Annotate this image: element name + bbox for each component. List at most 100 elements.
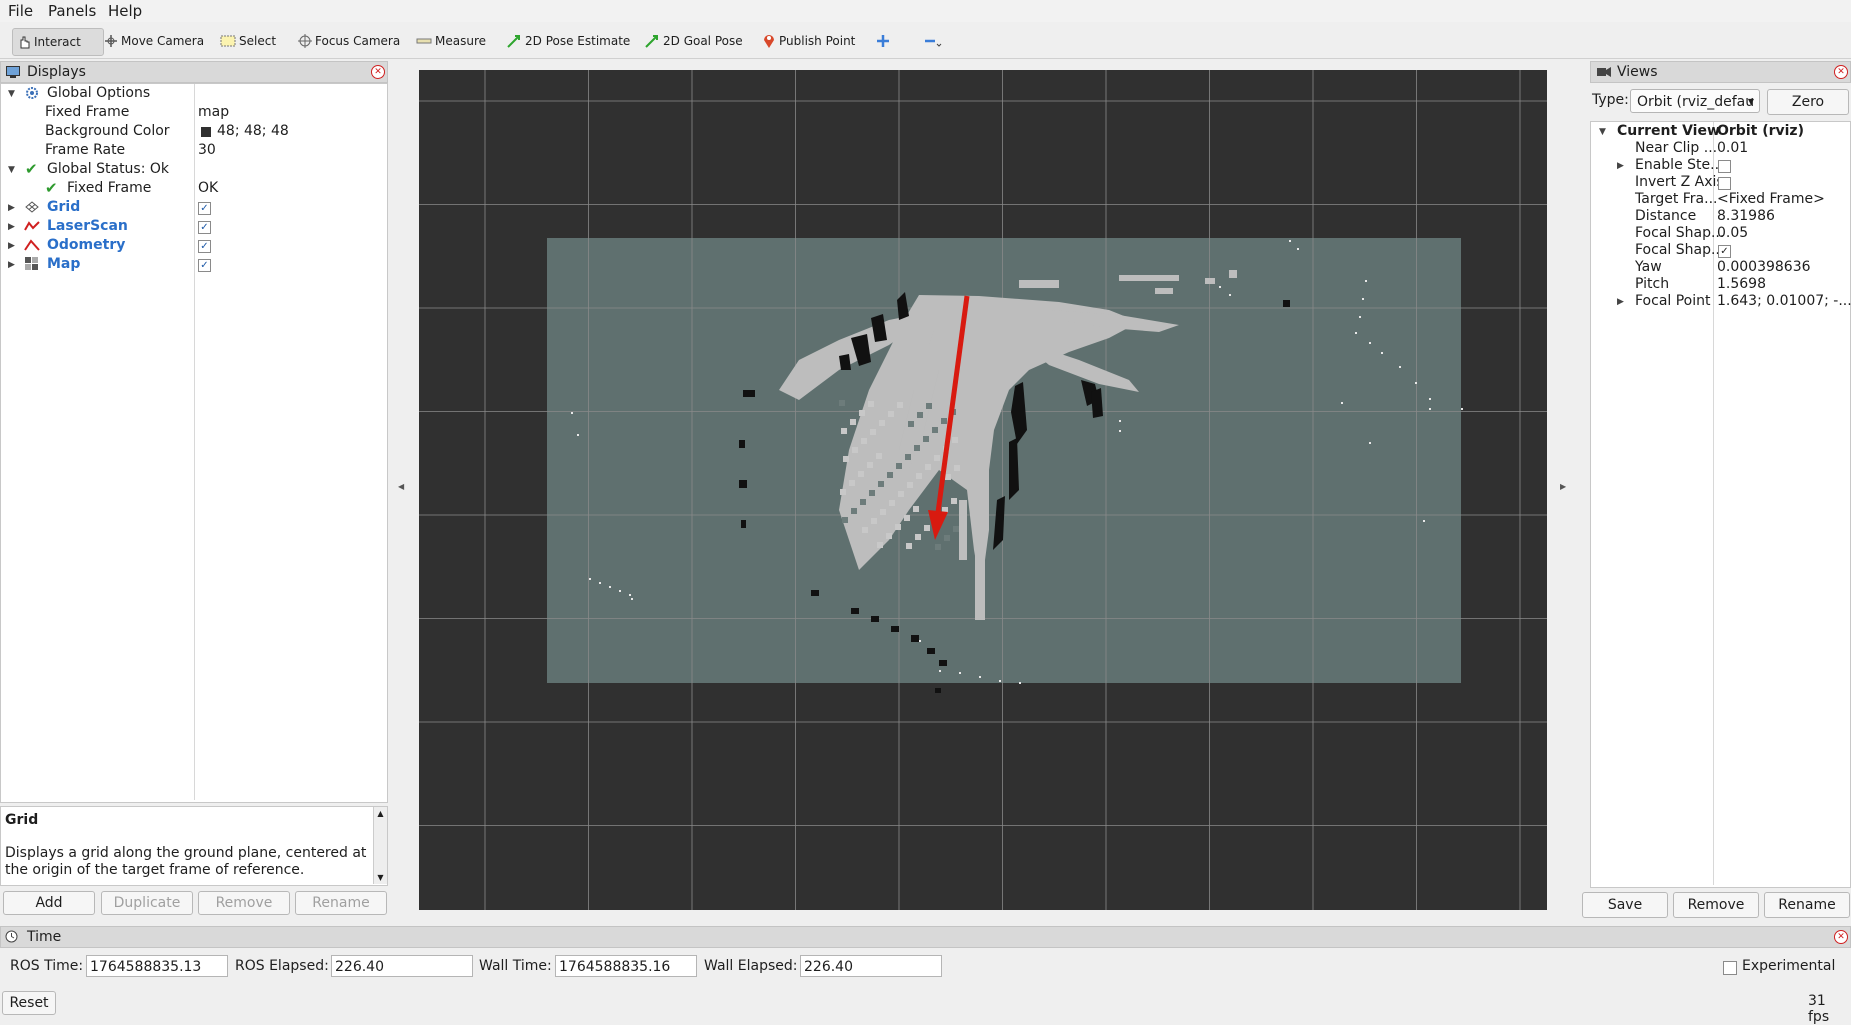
laserscan-checkbox[interactable]: ✓	[198, 221, 211, 234]
remove-tool-button[interactable]	[920, 28, 949, 54]
collapse-arrow-icon[interactable]: ▶	[8, 222, 15, 232]
map-cell	[859, 410, 865, 416]
color-swatch[interactable]	[201, 127, 211, 137]
add-tool-button[interactable]	[872, 28, 897, 54]
scroll-down-icon[interactable]: ▼	[374, 873, 387, 882]
display-item-grid[interactable]: Grid	[47, 198, 80, 217]
global-status-label[interactable]: Global Status: Ok	[47, 160, 169, 179]
laser-point	[1297, 248, 1299, 250]
interact-tool[interactable]: Interact	[12, 28, 104, 56]
ros-elapsed-label: ROS Elapsed:	[235, 958, 329, 974]
remove-view-button[interactable]: Remove	[1673, 892, 1759, 918]
render-viewport[interactable]	[419, 70, 1547, 910]
expand-arrow-icon[interactable]: ▼	[1599, 127, 1606, 137]
add-display-button[interactable]: Add	[3, 891, 95, 915]
experimental-label: Experimental	[1742, 958, 1836, 974]
experimental-checkbox[interactable]	[1723, 961, 1737, 975]
collapse-right-icon[interactable]: ▶	[1560, 482, 1566, 491]
view-prop-value[interactable]: 0.01	[1717, 140, 1748, 157]
map-cell	[861, 438, 867, 444]
map-visualization[interactable]	[419, 70, 1547, 910]
view-prop-value[interactable]: 8.31986	[1717, 208, 1775, 225]
menu-panels[interactable]: Panels	[48, 2, 96, 20]
rename-display-button[interactable]: Rename	[295, 891, 387, 915]
duplicate-display-button[interactable]: Duplicate	[101, 891, 193, 915]
map-cell	[878, 481, 884, 487]
collapse-arrow-icon[interactable]: ▶	[8, 260, 15, 270]
close-icon[interactable]: ✕	[1834, 65, 1848, 79]
view-prop-checkbox[interactable]	[1718, 177, 1731, 190]
move-camera-tool[interactable]: Move Camera	[100, 28, 208, 54]
measure-tool[interactable]: Measure	[412, 28, 490, 54]
save-view-button[interactable]: Save	[1582, 892, 1668, 918]
display-item-odometry[interactable]: Odometry	[47, 236, 125, 255]
laser-point	[1119, 430, 1121, 432]
views-tree: ▼ Current View Orbit (rviz) Near Clip ..…	[1590, 121, 1851, 888]
ros-time-field[interactable]: 1764588835.13	[86, 955, 228, 977]
description-scrollbar[interactable]: ▲ ▼	[373, 807, 387, 884]
wall-elapsed-label: Wall Elapsed:	[704, 958, 798, 974]
publish-point-tool[interactable]: Publish Point	[758, 28, 859, 54]
pose-estimate-tool[interactable]: 2D Pose Estimate	[502, 28, 634, 54]
wall-elapsed-field[interactable]: 226.40	[800, 955, 942, 977]
map-checkbox[interactable]: ✓	[198, 259, 211, 272]
remove-display-button[interactable]: Remove	[198, 891, 290, 915]
wall-time-field[interactable]: 1764588835.16	[555, 955, 697, 977]
menu-file[interactable]: File	[8, 2, 33, 20]
map-cell	[852, 447, 858, 453]
odometry-checkbox[interactable]: ✓	[198, 240, 211, 253]
view-prop-checkbox[interactable]: ✓	[1718, 245, 1731, 258]
close-icon[interactable]: ✕	[1834, 930, 1848, 944]
view-prop-checkbox[interactable]	[1718, 160, 1731, 173]
laser-point	[1423, 520, 1425, 522]
expand-arrow-icon[interactable]: ▼	[8, 165, 15, 175]
map-cell	[897, 402, 903, 408]
map-cell	[917, 412, 923, 418]
laser-point	[1341, 402, 1343, 404]
minus-icon	[925, 39, 942, 47]
menu-help[interactable]: Help	[108, 2, 142, 20]
display-item-map[interactable]: Map	[47, 255, 80, 274]
scroll-up-icon[interactable]: ▲	[374, 809, 387, 818]
map-cell	[889, 500, 895, 506]
displays-panel-header: Displays ✕	[0, 61, 388, 83]
reset-button[interactable]: Reset	[2, 991, 56, 1015]
collapse-left-icon[interactable]: ◀	[398, 482, 404, 491]
close-icon[interactable]: ✕	[371, 65, 385, 79]
background-color-value[interactable]: 48; 48; 48	[217, 122, 289, 141]
collapse-arrow-icon[interactable]: ▶	[8, 203, 15, 213]
view-prop-label: Near Clip ...	[1635, 140, 1718, 156]
current-view-label[interactable]: Current View	[1617, 123, 1720, 140]
display-item-laserscan[interactable]: LaserScan	[47, 217, 128, 236]
laser-point	[959, 672, 961, 674]
collapse-arrow-icon[interactable]: ▶	[1617, 161, 1624, 171]
global-options-label[interactable]: Global Options	[47, 84, 150, 103]
frame-rate-value[interactable]: 30	[198, 141, 216, 160]
ros-time-label: ROS Time:	[10, 958, 84, 974]
grid-checkbox[interactable]: ✓	[198, 202, 211, 215]
ros-elapsed-field[interactable]: 226.40	[331, 955, 473, 977]
view-prop-value[interactable]: <Fixed Frame>	[1717, 191, 1825, 208]
pose-estimate-label: 2D Pose Estimate	[525, 34, 631, 48]
view-prop-label: Target Fra...	[1635, 191, 1718, 207]
rename-view-button[interactable]: Rename	[1764, 892, 1850, 918]
select-tool[interactable]: Select	[216, 28, 280, 54]
zero-button[interactable]: Zero	[1767, 89, 1849, 115]
view-prop-value[interactable]: 1.643; 0.01007; -...	[1717, 293, 1851, 310]
map-cell	[867, 462, 873, 468]
focus-camera-tool[interactable]: Focus Camera	[294, 28, 404, 54]
view-prop-label: Focal Shap...	[1635, 242, 1725, 258]
collapse-arrow-icon[interactable]: ▶	[8, 241, 15, 251]
collapse-arrow-icon[interactable]: ▶	[1617, 297, 1624, 307]
view-prop-value[interactable]: 0.000398636	[1717, 259, 1811, 276]
goal-pose-tool[interactable]: 2D Goal Pose	[640, 28, 747, 54]
fixed-frame-value[interactable]: map	[198, 103, 229, 122]
view-prop-value[interactable]: 0.05	[1717, 225, 1748, 242]
map-cell	[914, 445, 920, 451]
map-cell	[862, 527, 868, 533]
laser-point	[1229, 294, 1231, 296]
view-prop-value[interactable]: 1.5698	[1717, 276, 1766, 293]
view-type-select[interactable]: Orbit (rviz_defau ▼	[1630, 89, 1760, 113]
map-cell	[842, 517, 848, 523]
expand-arrow-icon[interactable]: ▼	[8, 89, 15, 99]
